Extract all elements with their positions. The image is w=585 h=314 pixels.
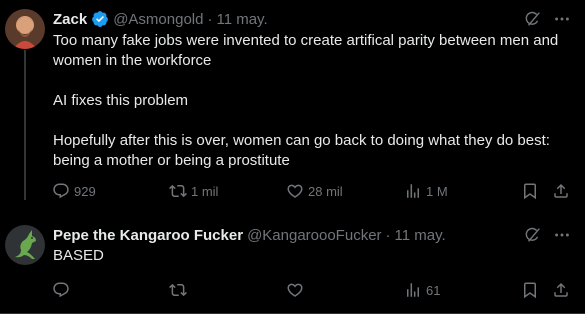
- share-icon: [554, 282, 568, 297]
- share-icon: [554, 183, 568, 198]
- tweet-reply[interactable]: Pepe the Kangaroo Fucker @KangaroooFucke…: [0, 215, 585, 314]
- like-button[interactable]: [286, 280, 308, 300]
- grok-icon[interactable]: [523, 9, 543, 29]
- tweet-actions: 61: [52, 280, 574, 300]
- repost-icon: [169, 283, 187, 297]
- bookmark-icon: [524, 282, 536, 299]
- tweet-asmongold[interactable]: Zack @Asmongold · 11 may. Too many fake …: [0, 0, 585, 210]
- views-button[interactable]: 1 M: [404, 181, 448, 201]
- bookmark-icon: [524, 183, 536, 200]
- analytics-icon: [407, 184, 419, 198]
- verified-badge-icon: [91, 10, 109, 28]
- heart-icon: [287, 283, 303, 297]
- tweet-paragraph: Hopefully after this is over, women can …: [53, 132, 550, 169]
- like-count: 28 mil: [308, 183, 343, 199]
- tweet-header: Pepe the Kangaroo Fucker @KangaroooFucke…: [53, 225, 446, 245]
- thread-connector: [24, 50, 26, 200]
- like-button[interactable]: 28 mil: [286, 181, 343, 201]
- author-name[interactable]: Zack: [53, 11, 87, 28]
- repost-button[interactable]: [169, 280, 191, 300]
- separator: ·: [385, 226, 391, 244]
- heart-icon: [287, 184, 303, 198]
- author-handle[interactable]: @Asmongold: [113, 11, 203, 28]
- avatar-pepe[interactable]: [5, 225, 45, 265]
- grok-icon[interactable]: [523, 225, 543, 245]
- bookmark-button[interactable]: [521, 181, 539, 201]
- reply-count: 929: [74, 183, 96, 199]
- author-handle[interactable]: @KangaroooFucker: [247, 227, 381, 244]
- more-options-icon[interactable]: [552, 225, 572, 245]
- analytics-icon: [407, 283, 419, 297]
- repost-count: 1 mil: [191, 183, 219, 199]
- timestamp[interactable]: 11 may.: [395, 227, 446, 244]
- reply-button[interactable]: [52, 280, 74, 300]
- views-count: 1 M: [426, 183, 448, 199]
- reply-button[interactable]: 929: [52, 181, 96, 201]
- share-button[interactable]: [552, 280, 570, 300]
- tweet-paragraph: Too many fake jobs were invented to crea…: [53, 32, 559, 69]
- kangaroo-avatar-icon: [5, 225, 45, 265]
- reply-icon: [53, 282, 69, 298]
- timestamp[interactable]: 11 may.: [216, 11, 267, 28]
- separator: ·: [207, 10, 213, 28]
- avatar-zack-image: [5, 9, 45, 49]
- tweet-paragraph: AI fixes this problem: [53, 92, 189, 109]
- repost-icon: [169, 184, 187, 198]
- tweet-paragraph: BASED: [53, 247, 104, 264]
- share-button[interactable]: [552, 181, 570, 201]
- views-count: 61: [426, 282, 441, 298]
- tweet-actions: 929 1 mil 28 mil 1 M: [52, 181, 574, 201]
- reply-icon: [53, 183, 69, 199]
- tweet-text: Too many fake jobs were invented to crea…: [53, 31, 573, 171]
- avatar-zack[interactable]: [5, 9, 45, 49]
- tweet-text: BASED: [53, 246, 573, 266]
- repost-button[interactable]: 1 mil: [169, 181, 218, 201]
- views-button[interactable]: 61: [404, 280, 440, 300]
- bookmark-button[interactable]: [521, 280, 539, 300]
- more-options-icon[interactable]: [552, 9, 572, 29]
- author-name[interactable]: Pepe the Kangaroo Fucker: [53, 227, 243, 244]
- tweet-header: Zack @Asmongold · 11 may.: [53, 9, 268, 29]
